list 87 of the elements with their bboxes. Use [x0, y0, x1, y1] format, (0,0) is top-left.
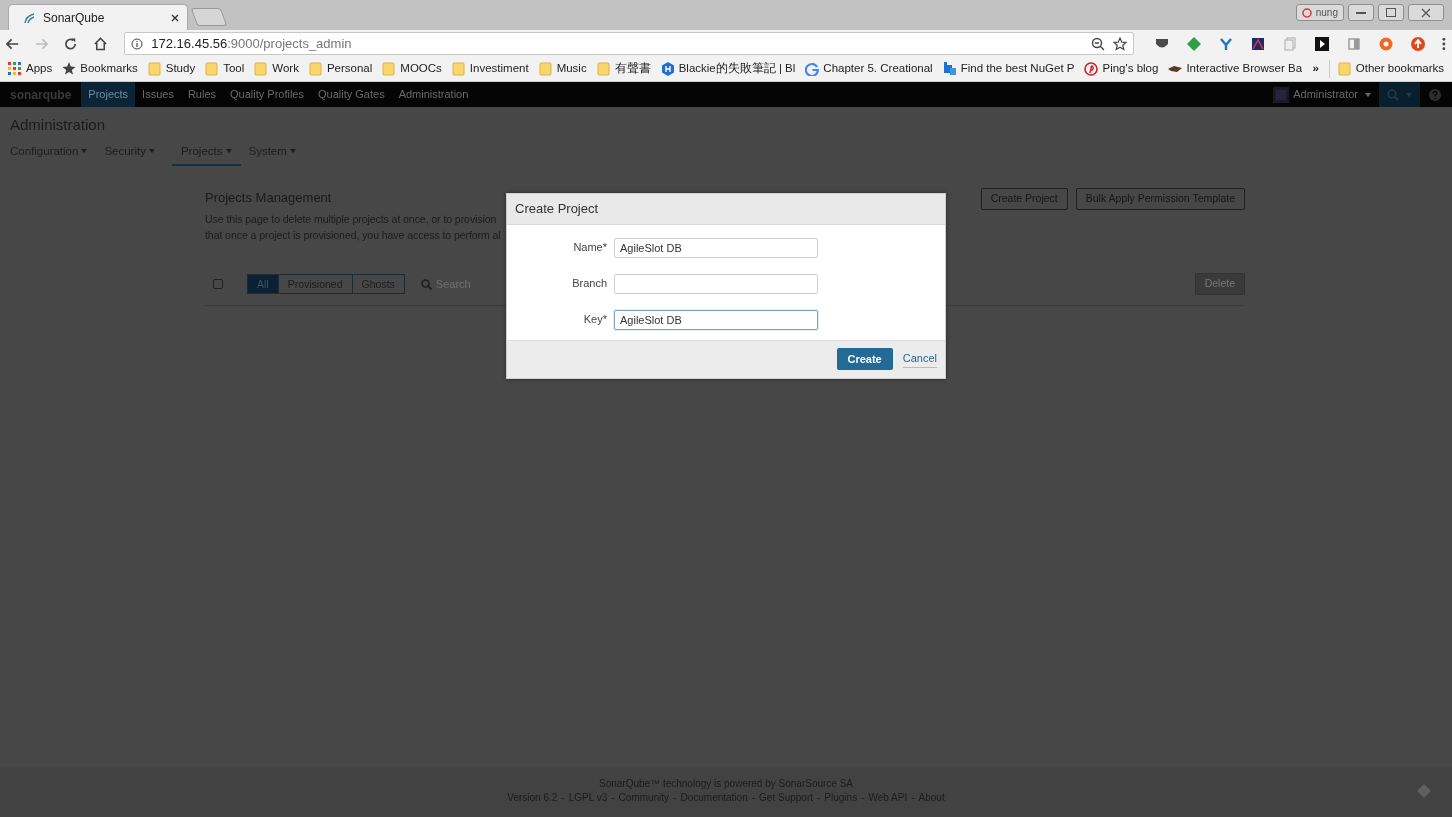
folder-icon: [205, 62, 220, 76]
bookmark[interactable]: Study: [147, 60, 196, 78]
separator-text: -: [611, 791, 615, 805]
window-close-button[interactable]: [1408, 4, 1444, 21]
close-icon[interactable]: [171, 13, 179, 22]
folder-icon: [596, 62, 611, 76]
panel-icon[interactable]: [1346, 35, 1363, 52]
profile-name: nung: [1315, 6, 1338, 20]
apps-icon: [8, 62, 22, 76]
dialog-title: Create Project: [507, 194, 945, 225]
restore-icon: [1386, 8, 1396, 17]
nav-link[interactable]: Quality Profiles: [223, 82, 311, 107]
window-minimize-button[interactable]: [1348, 4, 1374, 21]
info-icon: [131, 37, 144, 50]
folder-icon: [147, 62, 162, 76]
folder-icon: [254, 62, 269, 76]
bookmark[interactable]: Music: [538, 60, 587, 78]
star-icon: [62, 62, 77, 76]
reload-icon[interactable]: [64, 36, 78, 51]
bookmark[interactable]: Investiment: [451, 60, 529, 78]
address-bar[interactable]: 172.16.45.56:9000/projects_admin: [124, 32, 1135, 55]
field-label: Branch: [571, 276, 608, 292]
input-field[interactable]: [614, 273, 818, 294]
nav-link[interactable]: Issues: [135, 82, 181, 107]
user-menu[interactable]: Administrator: [1273, 86, 1379, 103]
select-all-checkbox[interactable]: [213, 279, 223, 290]
chart-icon[interactable]: [1250, 35, 1267, 52]
folder-icon: [308, 62, 323, 76]
nav-link[interactable]: Quality Gates: [311, 82, 392, 107]
lifebuoy-icon[interactable]: [1378, 35, 1395, 52]
cube-icon: [942, 62, 957, 76]
bookmark[interactable]: Work: [254, 60, 299, 78]
url-text: 172.16.45.56:9000/projects_admin: [151, 34, 352, 53]
zoom-out-icon[interactable]: [1091, 36, 1106, 51]
field-label: Key*: [582, 312, 608, 328]
nav-link[interactable]: Rules: [180, 82, 223, 107]
upload-icon[interactable]: [1410, 35, 1427, 52]
folder-icon: [451, 62, 466, 76]
diamond-icon: [1416, 783, 1432, 799]
star-icon[interactable]: [1113, 36, 1128, 51]
separator-text: -: [673, 791, 677, 805]
bookmark[interactable]: 有聲書: [596, 60, 651, 78]
bookmark[interactable]: Personal: [308, 60, 373, 78]
profile-button[interactable]: nung: [1295, 4, 1344, 21]
folder-icon: [538, 62, 553, 76]
bookmark[interactable]: Blackie的失敗筆記 | Bl: [660, 60, 796, 78]
home-icon[interactable]: [93, 36, 109, 51]
create-button[interactable]: Create: [836, 347, 893, 371]
nav-link[interactable]: Administration: [391, 82, 476, 107]
input-field[interactable]: AgileSlot DB: [614, 237, 818, 258]
wave-icon: [23, 11, 35, 24]
avatar-icon: [1273, 86, 1290, 103]
search-icon: [420, 278, 432, 290]
browser-tab[interactable]: SonarQube: [8, 4, 188, 30]
folder-icon: [1337, 62, 1352, 76]
tab-title: SonarQube: [43, 9, 106, 27]
back-icon[interactable]: [6, 37, 20, 50]
bookmark[interactable]: MOOCs: [382, 60, 442, 78]
bookmark[interactable]: Chapter 5. Creational: [805, 60, 933, 78]
input-field[interactable]: AgileSlot DB: [614, 309, 818, 330]
field-label: Name*: [572, 240, 608, 256]
hexagon-icon: [660, 62, 675, 76]
alert-icon: [1301, 7, 1312, 18]
separator-text: -: [751, 791, 756, 805]
play-icon[interactable]: [1314, 35, 1331, 52]
bookmark[interactable]: Other bookmarks: [1328, 60, 1444, 78]
folder-icon: [382, 62, 397, 76]
window-restore-button[interactable]: [1378, 4, 1404, 21]
search-icon: [1387, 88, 1399, 101]
bookmark[interactable]: Find the best NuGet P: [942, 60, 1075, 78]
separator-text: -: [561, 791, 565, 805]
more-bookmarks-button[interactable]: »: [1312, 60, 1319, 78]
bookmark[interactable]: Apps: [8, 60, 53, 78]
pin-icon: [1084, 62, 1099, 76]
nav-link[interactable]: Projects: [81, 82, 136, 107]
g-logo-icon: [805, 62, 820, 76]
cancel-link[interactable]: Cancel: [902, 350, 937, 368]
separator-text: -: [817, 791, 821, 805]
separator-text: -: [861, 791, 865, 805]
separator-text: -: [911, 791, 915, 805]
bookmark[interactable]: Tool: [205, 60, 245, 78]
bookmark[interactable]: Interactive Browser Ba: [1168, 60, 1303, 78]
menu-icon[interactable]: [1442, 36, 1447, 51]
bookmark[interactable]: Ping's blog: [1084, 60, 1159, 78]
bookmark[interactable]: Bookmarks: [62, 60, 138, 78]
diamond-icon[interactable]: [1186, 35, 1203, 52]
close-icon: [1421, 7, 1431, 18]
